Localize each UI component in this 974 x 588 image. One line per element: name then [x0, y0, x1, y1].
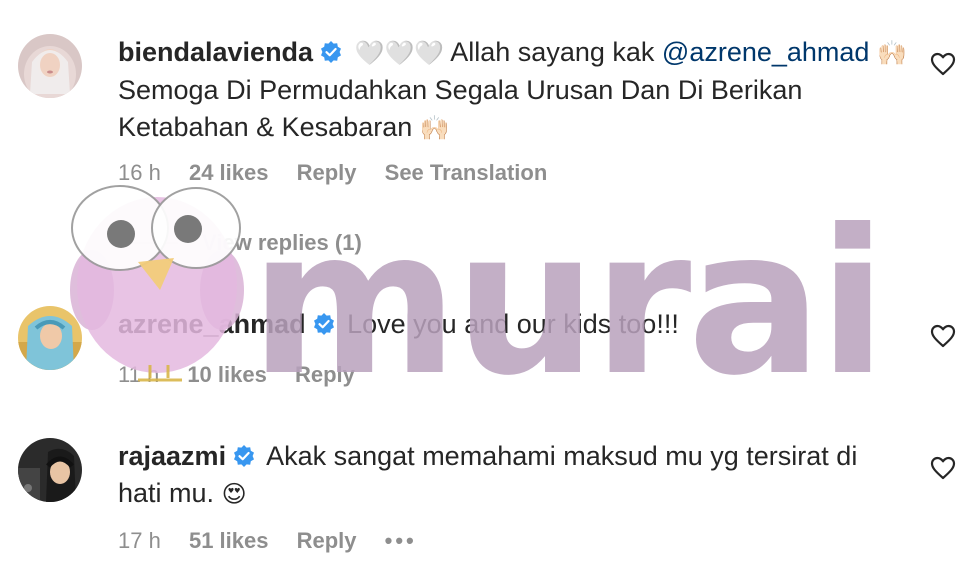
verified-badge-icon — [313, 313, 334, 335]
comment-meta: 11 h 10 likes Reply — [118, 362, 377, 388]
see-translation-button[interactable]: See Translation — [385, 160, 548, 185]
reply-button[interactable]: Reply — [297, 528, 357, 553]
comment-text-b: Semoga Di Permudahkan Segala Urusan Dan … — [118, 75, 803, 142]
username[interactable]: biendalavienda — [118, 37, 313, 67]
username[interactable]: azrene_ahmad — [118, 309, 306, 339]
comment-body: Love you and our kids too!!! — [347, 309, 679, 339]
mention-link[interactable]: @azrene_ahmad — [662, 37, 870, 67]
avatar-rajaazmi[interactable] — [18, 438, 82, 502]
comment-text: azrene_ahmad Love you and our kids too!!… — [118, 306, 908, 343]
comment-time: 16 h — [118, 160, 161, 185]
heart-outline-icon[interactable] — [930, 324, 956, 348]
comment-text-a: Allah sayang kak — [450, 37, 655, 67]
more-options-icon[interactable]: ••• — [385, 528, 417, 553]
raised-hands-emoji-2: 🙌🏻 — [419, 115, 450, 142]
view-replies-label: View replies (1) — [202, 230, 362, 255]
avatar-azrene-ahmad[interactable] — [18, 306, 82, 370]
likes-count[interactable]: 24 likes — [189, 160, 269, 185]
verified-badge-icon — [321, 41, 342, 63]
comment-meta: 16 h 24 likes Reply See Translation — [118, 160, 569, 186]
comment-time: 17 h — [118, 528, 161, 553]
reply-button[interactable]: Reply — [295, 362, 355, 387]
verified-badge-icon — [234, 445, 255, 467]
comment-text: biendalavienda 🤍🤍🤍 Allah sayang kak @azr… — [118, 34, 908, 147]
white-hearts-emoji: 🤍🤍🤍 — [354, 40, 445, 67]
likes-count[interactable]: 51 likes — [189, 528, 269, 553]
replies-divider — [118, 242, 178, 244]
heart-eyes-emoji: 😍 — [221, 481, 247, 508]
username[interactable]: rajaazmi — [118, 441, 226, 471]
heart-outline-icon[interactable] — [930, 52, 956, 76]
likes-count[interactable]: 10 likes — [187, 362, 267, 387]
comment-meta: 17 h 51 likes Reply ••• — [118, 528, 439, 554]
watermark-bird-icon — [70, 185, 244, 382]
heart-outline-icon[interactable] — [930, 456, 956, 480]
comment-text: rajaazmi Akak sangat memahami maksud mu … — [118, 438, 908, 513]
view-replies-button[interactable]: View replies (1) — [118, 230, 362, 256]
reply-button[interactable]: Reply — [297, 160, 357, 185]
avatar-biendalavienda[interactable] — [18, 34, 82, 98]
comment-time: 11 h — [118, 362, 160, 387]
raised-hands-emoji: 🙌🏻 — [876, 40, 907, 67]
